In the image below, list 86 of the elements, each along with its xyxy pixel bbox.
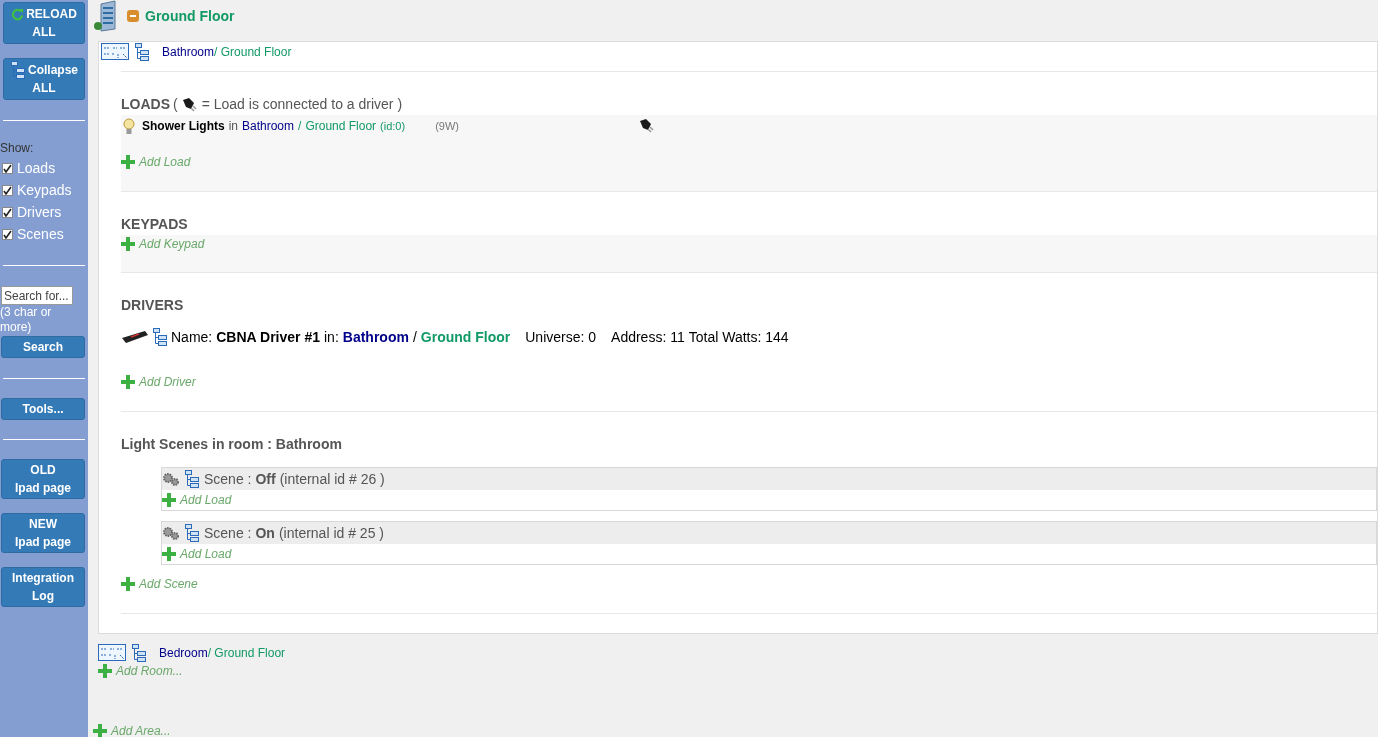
load-watts: (9W) bbox=[435, 118, 460, 134]
gears-icon bbox=[162, 472, 180, 486]
separator: / bbox=[298, 118, 302, 135]
area-title[interactable]: Ground Floor bbox=[145, 5, 235, 27]
filter-label: Drivers bbox=[17, 202, 62, 222]
floor-plan-icon bbox=[101, 43, 129, 61]
filter-checkbox[interactable] bbox=[2, 162, 13, 174]
add-scene-link[interactable]: Add Scene bbox=[139, 575, 198, 593]
scene-label: Scene : bbox=[204, 469, 252, 489]
floor-link[interactable]: Ground Floor bbox=[420, 326, 511, 348]
add-load-link[interactable]: Add Load bbox=[180, 545, 232, 563]
add-room-link[interactable]: Add Room... bbox=[116, 662, 183, 680]
driver-name: CBNA Driver #1 bbox=[216, 327, 320, 347]
search-button[interactable]: Search bbox=[1, 336, 85, 358]
show-label: Show: bbox=[0, 140, 35, 157]
collapse-area-button[interactable] bbox=[127, 10, 139, 22]
filter-label: Scenes bbox=[17, 224, 64, 244]
load-in: in bbox=[228, 118, 238, 135]
floor-plan-icon bbox=[98, 644, 126, 662]
plug-icon bbox=[180, 96, 199, 113]
search-hint: (3 char or more) bbox=[0, 305, 53, 335]
tree-icon bbox=[184, 524, 200, 542]
driver-universe: Universe: 0 bbox=[525, 327, 597, 347]
filter-label: Keypads bbox=[17, 180, 72, 200]
tree-icon bbox=[131, 644, 147, 662]
plus-icon bbox=[121, 577, 135, 591]
search-field[interactable]: Search for... bbox=[1, 286, 73, 305]
plus-icon bbox=[162, 493, 176, 507]
tree-icon bbox=[184, 470, 200, 488]
tree-icon bbox=[152, 328, 168, 346]
floor-link[interactable]: / Ground Floor bbox=[207, 646, 286, 660]
check-icon bbox=[3, 185, 12, 195]
plus-icon bbox=[162, 547, 176, 561]
floor-link[interactable]: / Ground Floor bbox=[214, 45, 292, 59]
tree-icon bbox=[134, 43, 150, 61]
separator: / bbox=[412, 327, 417, 347]
add-load-link[interactable]: Add Load bbox=[180, 491, 232, 509]
light-bulb-icon bbox=[123, 117, 135, 135]
driver-total-watts: Total Watts: 144 bbox=[688, 327, 789, 347]
load-id: (id:0) bbox=[380, 118, 406, 134]
room-link[interactable]: Bedroom bbox=[159, 646, 208, 660]
driver-in-label: in: bbox=[324, 327, 339, 347]
gears-icon bbox=[162, 526, 180, 540]
section-heading: Light Scenes in room : Bathroom bbox=[121, 435, 343, 454]
room-link[interactable]: Bathroom bbox=[242, 117, 295, 135]
filter-checkbox[interactable] bbox=[2, 206, 13, 218]
load-name: Shower Lights bbox=[142, 118, 225, 135]
check-icon bbox=[3, 229, 12, 239]
filter-checkbox[interactable] bbox=[2, 228, 13, 240]
filter-label: Loads bbox=[17, 158, 56, 178]
reload-icon bbox=[11, 7, 25, 21]
filter-checkbox[interactable] bbox=[2, 184, 13, 196]
check-icon bbox=[3, 163, 12, 173]
driver-address: Address: 11 bbox=[611, 327, 685, 347]
legend-paren: ( bbox=[173, 95, 178, 114]
scene-name: Off bbox=[255, 469, 276, 489]
scene-name: On bbox=[255, 523, 275, 543]
section-heading: KEYPADS bbox=[121, 215, 189, 234]
plus-icon bbox=[121, 155, 135, 169]
plus-icon bbox=[98, 664, 112, 678]
scene-internal-id: (internal id # 26 ) bbox=[279, 469, 385, 489]
section-heading: LOADS bbox=[121, 95, 170, 114]
plus-icon bbox=[93, 724, 107, 737]
driver-name-label: Name: bbox=[171, 327, 213, 347]
collapse-all-button[interactable]: Collapse ALL bbox=[3, 58, 85, 100]
nav-button[interactable]: OLD Ipad page bbox=[1, 459, 85, 499]
floor-link[interactable]: Ground Floor bbox=[305, 117, 377, 135]
nav-button[interactable]: Integration Log bbox=[1, 567, 85, 607]
section-heading: DRIVERS bbox=[121, 296, 185, 315]
room-link[interactable]: Bathroom bbox=[342, 326, 409, 348]
tools-button[interactable]: Tools... bbox=[1, 398, 85, 420]
plus-icon bbox=[121, 237, 135, 251]
room-link[interactable]: Bathroom bbox=[162, 45, 215, 59]
add-area-link[interactable]: Add Area... bbox=[111, 722, 171, 737]
add-driver-link[interactable]: Add Driver bbox=[139, 373, 196, 391]
plus-icon bbox=[121, 375, 135, 389]
reload-all-button[interactable]: RELOAD ALL bbox=[3, 2, 85, 44]
tree-icon bbox=[10, 61, 26, 79]
scene-label: Scene : bbox=[204, 523, 252, 543]
add-load-link[interactable]: Add Load bbox=[139, 153, 191, 171]
add-keypad-link[interactable]: Add Keypad bbox=[139, 235, 205, 253]
scene-internal-id: (internal id # 25 ) bbox=[278, 523, 384, 543]
legend-text: = Load is connected to a driver ) bbox=[201, 95, 403, 114]
driver-device-icon bbox=[121, 330, 149, 344]
nav-button[interactable]: NEW Ipad page bbox=[1, 513, 85, 553]
check-icon bbox=[3, 207, 12, 217]
